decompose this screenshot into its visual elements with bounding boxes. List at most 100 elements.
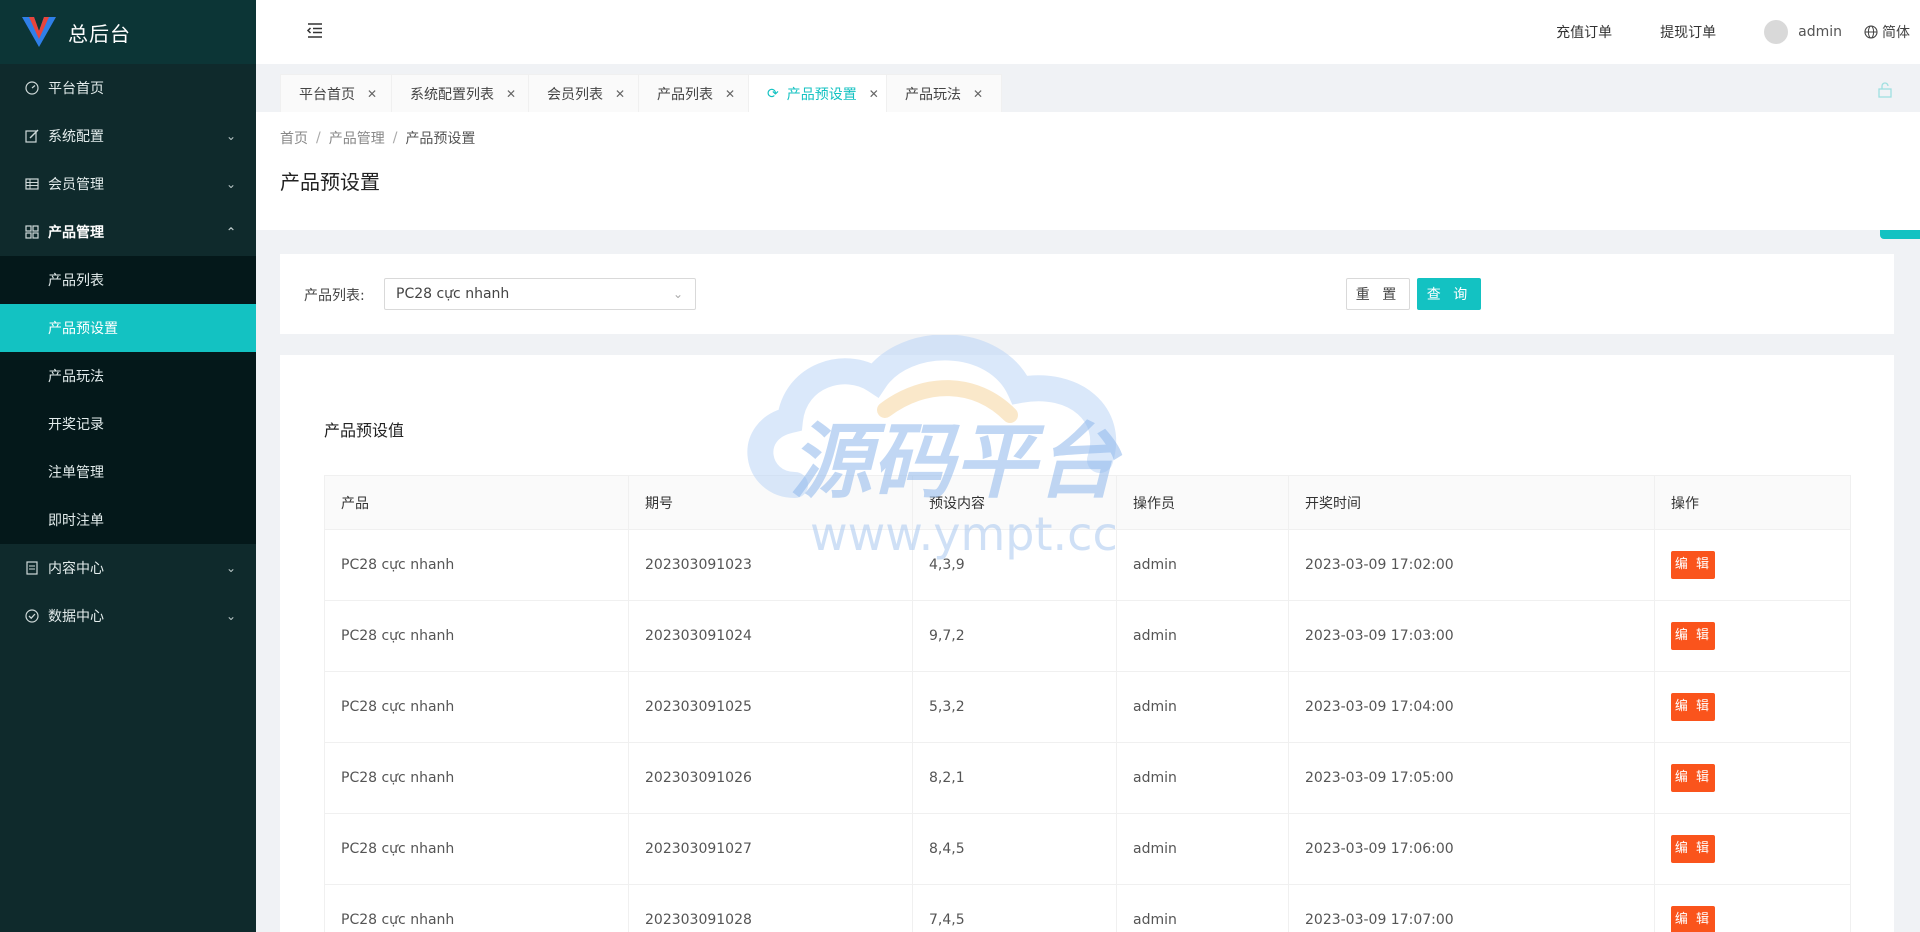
reload-icon[interactable]: ⟳ [767,86,779,102]
table-row: PC28 cực nhanh 202303091023 4,3,9 admin … [324,529,1851,601]
table-row: PC28 cực nhanh 202303091025 5,3,2 admin … [324,671,1851,743]
breadcrumb: 首页 / 产品管理 / 产品预设置 [280,128,1896,148]
table-row: PC28 cực nhanh 202303091026 8,2,1 admin … [324,742,1851,814]
close-icon[interactable]: ✕ [869,87,879,101]
cell-operator: admin [1116,813,1289,885]
sidebar-item-label: 内容中心 [48,561,104,577]
edit-button[interactable]: 编 辑 [1671,693,1715,721]
logo[interactable]: 总后台 [0,0,256,64]
close-icon[interactable]: ✕ [615,87,625,101]
tab-product-preset[interactable]: ⟳ 产品预设置 ✕ [748,74,898,112]
product-submenu: 产品列表 产品预设置 产品玩法 开奖记录 注单管理 即时注单 [0,256,256,544]
cell-preset: 8,2,1 [912,742,1117,814]
logo-icon [22,17,56,47]
product-select[interactable]: PC28 cực nhanh ⌄ [384,278,696,310]
sidebar-item-dashboard[interactable]: 平台首页 [0,64,256,112]
language-label: 简体 [1882,25,1910,41]
cell-issue: 202303091028 [628,884,913,932]
close-icon[interactable]: ✕ [506,87,516,101]
recharge-orders-link[interactable]: 充值订单 [1556,22,1612,42]
cell-preset: 8,4,5 [912,813,1117,885]
sidebar-item-product-gameplay[interactable]: 产品玩法 [0,352,256,400]
cell-product: PC28 cực nhanh [324,884,629,932]
query-button[interactable]: 查 询 [1417,278,1481,310]
tab-system-config-list[interactable]: 系统配置列表 ✕ [391,74,536,112]
tab-dashboard[interactable]: 平台首页 ✕ [280,74,397,112]
table-header-row: 产品 期号 预设内容 操作员 开奖时间 操作 [324,475,1851,530]
tab-label: 系统配置列表 [410,86,494,103]
close-icon[interactable]: ✕ [973,87,983,101]
chevron-down-icon: ⌄ [225,561,236,575]
sidebar-item-members[interactable]: 会员管理 ⌄ [0,160,256,208]
tab-label: 平台首页 [299,86,355,103]
edit-button[interactable]: 编 辑 [1671,835,1715,863]
page-title: 产品预设置 [280,170,380,194]
sidebar-item-data[interactable]: 数据中心 ⌄ [0,592,256,640]
menu-fold-icon[interactable] [304,20,324,40]
chevron-down-icon: ⌄ [672,287,683,301]
cell-product: PC28 cực nhanh [324,600,629,672]
breadcrumb-product-management[interactable]: 产品管理 [329,128,385,148]
reset-button[interactable]: 重 置 [1346,278,1410,310]
withdraw-orders-link[interactable]: 提现订单 [1660,22,1716,42]
breadcrumb-separator: / [316,130,321,146]
unlock-icon[interactable] [1878,82,1892,98]
close-icon[interactable]: ✕ [367,87,377,101]
cell-draw-time: 2023-03-09 17:05:00 [1288,742,1655,814]
sidebar-item-live-bets[interactable]: 即时注单 [0,496,256,544]
cell-preset: 9,7,2 [912,600,1117,672]
cell-draw-time: 2023-03-09 17:07:00 [1288,884,1655,932]
column-header: 预设内容 [912,475,1117,530]
cell-preset: 7,4,5 [912,884,1117,932]
product-filter-label: 产品列表: [304,288,365,304]
breadcrumb-current: 产品预设置 [405,131,476,147]
cell-product: PC28 cực nhanh [324,742,629,814]
sidebar-item-products[interactable]: 产品管理 ⌃ [0,208,256,256]
chevron-down-icon: ⌄ [225,177,236,191]
page-header: 首页 / 产品管理 / 产品预设置 产品预设置 [256,112,1920,230]
cell-actions: 编 辑 [1654,813,1851,885]
sidebar-item-content[interactable]: 内容中心 ⌄ [0,544,256,592]
top-header: 充值订单 提现订单 admin 简体 [256,0,1920,64]
edit-button[interactable]: 编 辑 [1671,764,1715,792]
tab-label: 产品列表 [657,86,713,103]
tab-label: 会员列表 [547,86,603,103]
tab-bar: 平台首页 ✕ 系统配置列表 ✕ 会员列表 ✕ 产品列表 ✕ ⟳ 产品预设置 ✕ 产品玩法 ✕ [256,64,1920,112]
column-header: 操作员 [1116,475,1289,530]
user-menu[interactable]: admin [1764,20,1842,44]
sidebar-item-label: 系统配置 [48,129,104,145]
check-circle-icon [24,608,40,624]
table-row: PC28 cực nhanh 202303091028 7,4,5 admin … [324,884,1851,932]
tab-product-list[interactable]: 产品列表 ✕ [638,74,755,112]
chevron-down-icon: ⌄ [225,129,236,143]
tab-member-list[interactable]: 会员列表 ✕ [528,74,645,112]
cell-actions: 编 辑 [1654,884,1851,932]
sidebar-item-product-preset[interactable]: 产品预设置 [0,304,256,352]
tab-product-gameplay[interactable]: 产品玩法 ✕ [886,74,1003,112]
cell-draw-time: 2023-03-09 17:04:00 [1288,671,1655,743]
breadcrumb-home[interactable]: 首页 [280,128,308,148]
sidebar-item-draw-records[interactable]: 开奖记录 [0,400,256,448]
cell-product: PC28 cực nhanh [324,813,629,885]
filter-bar: 产品列表: PC28 cực nhanh ⌄ 重 置 查 询 [280,254,1894,334]
cell-draw-time: 2023-03-09 17:02:00 [1288,529,1655,601]
cell-actions: 编 辑 [1654,529,1851,601]
language-switch[interactable]: 简体 [1864,22,1910,42]
sidebar-item-product-list[interactable]: 产品列表 [0,256,256,304]
column-header: 产品 [324,475,629,530]
edit-button[interactable]: 编 辑 [1671,906,1715,932]
cell-preset: 4,3,9 [912,529,1117,601]
edit-button[interactable]: 编 辑 [1671,622,1715,650]
cell-actions: 编 辑 [1654,742,1851,814]
edit-button[interactable]: 编 辑 [1671,551,1715,579]
cell-product: PC28 cực nhanh [324,671,629,743]
chevron-up-icon: ⌃ [225,225,236,239]
cell-issue: 202303091023 [628,529,913,601]
appstore-icon [24,224,40,240]
close-icon[interactable]: ✕ [725,87,735,101]
sidebar-item-system-config[interactable]: 系统配置 ⌄ [0,112,256,160]
preset-table: 产品 期号 预设内容 操作员 开奖时间 操作 PC28 cực nhanh 20… [324,475,1851,932]
cell-issue: 202303091026 [628,742,913,814]
globe-icon [1864,25,1878,39]
sidebar-item-bet-management[interactable]: 注单管理 [0,448,256,496]
